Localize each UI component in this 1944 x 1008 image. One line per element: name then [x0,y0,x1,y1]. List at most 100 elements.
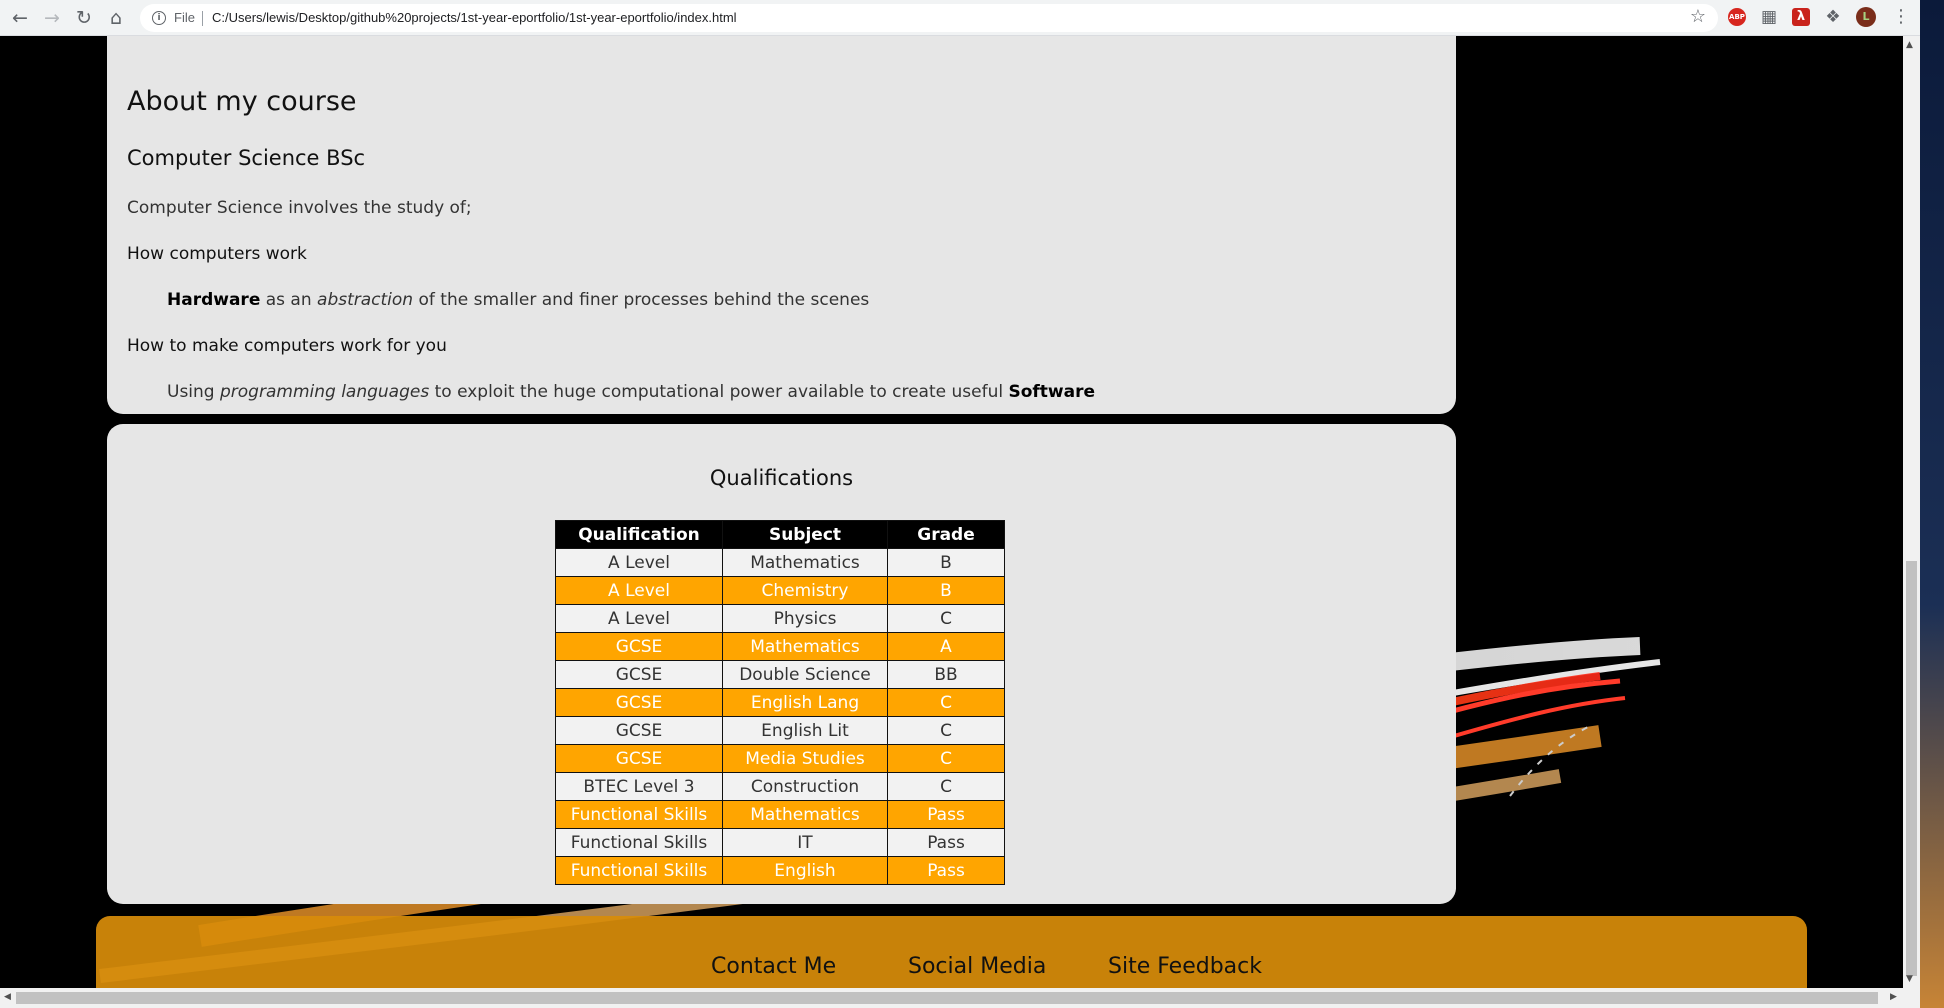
table-row: Functional Skills English Pass [555,856,1005,885]
emphasis-text: Software [1008,382,1096,402]
degree-title: Computer Science BSc [127,146,366,170]
qualifications-table: Qualification Subject Grade A Level Mathe… [555,520,1005,885]
section-title: About my course [127,86,357,117]
reload-icon[interactable]: ↻ [72,6,96,30]
subject-cell: Construction [722,772,888,801]
site-feedback-link[interactable]: Site Feedback [1108,954,1262,979]
grade-cell: C [887,688,1005,717]
grade-cell: C [887,716,1005,745]
table-header-row: Qualification Subject Grade [555,520,1005,549]
subject-cell: IT [722,828,888,857]
subject-cell: Mathematics [722,548,888,577]
forward-arrow-icon[interactable]: → [40,6,64,30]
qualification-cell: A Level [555,576,723,605]
qualification-cell: GCSE [555,744,723,773]
qualification-cell: A Level [555,548,723,577]
grid-icon[interactable]: ▦ [1760,8,1778,26]
grade-cell: B [887,548,1005,577]
table-row: A Level Chemistry B [555,576,1005,605]
qualification-cell: Functional Skills [555,800,723,829]
column-header: Grade [887,520,1005,549]
table-row: GCSE Mathematics A [555,632,1005,661]
qualification-cell: GCSE [555,688,723,717]
grade-cell: C [887,772,1005,801]
horizontal-scrollbar[interactable]: ◀ ▶ [0,988,1920,1008]
page-viewport: About my course Computer Science BSc Com… [0,36,1903,988]
about-course-section: About my course Computer Science BSc Com… [107,36,1456,414]
url-text[interactable]: C:/Users/lewis/Desktop/github%20projects… [212,10,737,25]
url-scheme: File [174,10,195,25]
qualifications-title: Qualifications [709,466,854,490]
horizontal-scroll-thumb[interactable] [16,992,1878,1004]
site-footer: Contact Me Social Media Site Feedback [96,916,1807,988]
table-row: GCSE English Lit C [555,716,1005,745]
qualification-cell: BTEC Level 3 [555,772,723,801]
table-row: A Level Physics C [555,604,1005,633]
qualification-cell: Functional Skills [555,828,723,857]
grade-cell: Pass [887,800,1005,829]
table-row: GCSE Media Studies C [555,744,1005,773]
topic-detail: Using programming languages to exploit t… [167,382,1095,402]
browser-menu-icon[interactable]: ⋮ [1892,6,1910,27]
subject-cell: Physics [722,604,888,633]
vertical-scroll-thumb[interactable] [1906,561,1917,976]
course-intro: Computer Science involves the study of; [127,198,472,218]
topic-detail: Hardware as an abstraction of the smalle… [167,290,869,310]
grade-cell: Pass [887,856,1005,885]
scroll-left-arrow-icon[interactable]: ◀ [4,992,11,1002]
grade-cell: Pass [887,828,1005,857]
qualifications-section: Qualifications Qualification Subject Gra… [107,424,1456,904]
subject-cell: Chemistry [722,576,888,605]
table-row: GCSE Double Science BB [555,660,1005,689]
emphasis-text: Hardware [167,290,261,310]
subject-cell: Mathematics [722,800,888,829]
vertical-scrollbar[interactable]: ▲ ▼ [1903,36,1920,988]
grade-cell: C [887,744,1005,773]
grade-cell: C [887,604,1005,633]
home-icon[interactable]: ⌂ [104,6,128,30]
profile-avatar[interactable]: L [1856,7,1876,27]
table-row: Functional Skills IT Pass [555,828,1005,857]
adblock-icon[interactable]: ABP [1728,8,1746,26]
topic-heading: How to make computers work for you [127,336,447,356]
italic-text: abstraction [317,290,414,310]
column-header: Subject [722,520,888,549]
address-divider [202,11,203,26]
subject-cell: Mathematics [722,632,888,661]
back-arrow-icon[interactable]: ← [8,6,32,30]
table-row: BTEC Level 3 Construction C [555,772,1005,801]
subject-cell: English [722,856,888,885]
detail-text: as an [260,290,318,310]
qualification-cell: GCSE [555,716,723,745]
table-row: Functional Skills Mathematics Pass [555,800,1005,829]
browser-toolbar: ← → ↻ ⌂ i File C:/Users/lewis/Desktop/gi… [0,0,1944,36]
address-bar[interactable]: i File C:/Users/lewis/Desktop/github%20p… [140,4,1718,32]
grade-cell: B [887,576,1005,605]
subject-cell: English Lang [722,688,888,717]
subject-cell: Media Studies [722,744,888,773]
pdf-icon[interactable]: λ [1792,8,1810,26]
italic-text: programming languages [220,382,430,402]
bookmark-star-icon[interactable]: ☆ [1690,6,1706,27]
info-icon[interactable]: i [152,11,166,25]
extensions-puzzle-icon[interactable]: ❖ [1824,8,1842,26]
qualification-cell: Functional Skills [555,856,723,885]
column-header: Qualification [555,520,723,549]
detail-text: of the smaller and finer processes behin… [413,290,870,310]
contact-me-link[interactable]: Contact Me [711,954,836,979]
detail-text: Using [167,382,220,402]
topic-heading: How computers work [127,244,307,264]
desktop-wallpaper-strip [1920,0,1944,1008]
social-media-link[interactable]: Social Media [908,954,1046,979]
grade-cell: BB [887,660,1005,689]
qualification-cell: GCSE [555,632,723,661]
qualification-cell: GCSE [555,660,723,689]
subject-cell: English Lit [722,716,888,745]
grade-cell: A [887,632,1005,661]
scroll-up-arrow-icon[interactable]: ▲ [1906,40,1913,50]
scroll-right-arrow-icon[interactable]: ▶ [1890,992,1897,1002]
scroll-down-arrow-icon[interactable]: ▼ [1906,974,1913,984]
table-row: GCSE English Lang C [555,688,1005,717]
table-row: A Level Mathematics B [555,548,1005,577]
qualification-cell: A Level [555,604,723,633]
